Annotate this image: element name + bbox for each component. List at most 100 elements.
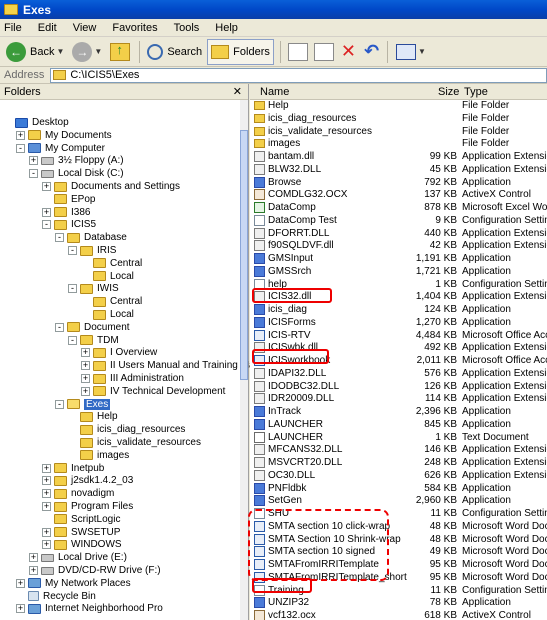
collapse-icon[interactable]: - xyxy=(68,246,77,255)
collapse-icon[interactable]: - xyxy=(68,335,77,345)
tree-item[interactable]: Local xyxy=(81,308,134,321)
file-row[interactable]: DFORRT.DLL 440 KB Application Extension xyxy=(250,227,547,241)
folder-pane-scrollbar[interactable] xyxy=(240,100,248,620)
file-row[interactable]: IDAPI32.DLL 576 KB Application Extension xyxy=(250,367,547,381)
expand-icon[interactable]: + xyxy=(29,566,38,575)
file-row[interactable]: PNFldbk 584 KB Application xyxy=(250,482,547,496)
collapse-icon[interactable]: - xyxy=(68,284,77,294)
expand-icon[interactable]: + xyxy=(42,207,51,217)
back-dropdown-icon[interactable]: ▼ xyxy=(56,47,64,56)
file-row[interactable]: GMSInput 1,191 KB Application xyxy=(250,253,547,266)
menu-tools[interactable]: Tools xyxy=(174,22,200,34)
file-row[interactable]: DataComp Test 9 KB Configuration Settings xyxy=(250,214,547,228)
file-row[interactable]: vcf132.ocx 618 KB ActiveX Control xyxy=(250,610,547,620)
file-row[interactable]: MFCANS32.DLL 146 KB Application Extension xyxy=(250,444,547,457)
tree-item[interactable]: + Local Drive (E:) xyxy=(29,551,127,564)
tree-item[interactable]: + I Overview xyxy=(81,346,157,359)
expand-icon[interactable]: + xyxy=(42,527,51,537)
file-row[interactable]: ICIS-RTV 4,484 KB Microsoft Office Acc... xyxy=(250,329,547,343)
file-row[interactable]: Browse 792 KB Application xyxy=(250,176,547,190)
file-row[interactable]: Help File Folder xyxy=(250,100,547,113)
file-row[interactable]: f90SQLDVF.dll 42 KB Application Extension xyxy=(250,240,547,253)
tree-item[interactable]: - Document xyxy=(55,321,130,334)
search-button[interactable]: Search xyxy=(144,40,205,64)
file-row[interactable]: images File Folder xyxy=(250,138,547,151)
tree-item[interactable]: Central xyxy=(81,257,142,270)
forward-dropdown-icon[interactable]: ▼ xyxy=(94,47,102,56)
file-row[interactable]: icis_validate_resources File Folder xyxy=(250,126,547,139)
tree-item[interactable]: images xyxy=(68,449,129,462)
file-row[interactable]: COMDLG32.OCX 137 KB ActiveX Control xyxy=(250,189,547,202)
file-row[interactable]: icis_diag 124 KB Application xyxy=(250,304,547,317)
file-row[interactable]: UNZIP32 78 KB Application xyxy=(250,597,547,610)
move-to-icon[interactable] xyxy=(287,42,308,61)
tree-item[interactable]: - IWIS xyxy=(68,282,119,295)
expand-icon[interactable]: + xyxy=(29,553,38,563)
views-dropdown-icon[interactable]: ▼ xyxy=(418,47,426,56)
menu-favorites[interactable]: Favorites xyxy=(112,22,157,34)
tree-item[interactable]: ScriptLogic xyxy=(42,513,120,526)
expand-icon[interactable]: + xyxy=(81,374,90,383)
tree-item[interactable]: - Exes xyxy=(55,398,111,411)
collapse-icon[interactable]: - xyxy=(55,399,64,409)
tree-item[interactable]: + IV Technical Development xyxy=(81,385,225,398)
file-row[interactable]: BLW32.DLL 45 KB Application Extension xyxy=(250,163,547,177)
file-row[interactable]: SetGen 2,960 KB Application xyxy=(250,495,547,508)
tree-item[interactable]: + My Documents xyxy=(16,129,112,142)
tree-item[interactable]: + SWSETUP xyxy=(42,526,120,539)
column-type[interactable]: Type xyxy=(464,86,488,98)
forward-button[interactable]: → ▼ xyxy=(69,40,105,64)
tree-item[interactable]: + DVD/CD-RW Drive (F:) xyxy=(29,564,161,577)
tree-item[interactable]: + j2sdk1.4.2_03 xyxy=(42,474,133,487)
file-row[interactable]: MSVCRT20.DLL 248 KB Application Extension xyxy=(250,457,547,470)
delete-icon[interactable]: ✕ xyxy=(341,41,356,62)
expand-icon[interactable]: + xyxy=(42,540,51,550)
tree-item[interactable]: - Local Disk (C:) xyxy=(29,167,124,180)
close-icon[interactable]: ✕ xyxy=(233,85,242,98)
column-name[interactable]: Name xyxy=(260,86,289,98)
tree-item[interactable]: + novadigm xyxy=(42,487,114,500)
expand-icon[interactable]: + xyxy=(16,604,25,614)
menu-edit[interactable]: Edit xyxy=(38,22,57,34)
expand-icon[interactable]: + xyxy=(42,476,51,486)
collapse-icon[interactable]: - xyxy=(55,322,64,332)
tree-item[interactable]: Recycle Bin xyxy=(16,590,96,603)
tree-item[interactable]: EPop xyxy=(42,193,95,206)
tree-item[interactable]: + My Network Places xyxy=(16,577,131,590)
expand-icon[interactable]: + xyxy=(81,386,90,396)
tree-item[interactable]: - My Computer xyxy=(16,142,105,155)
file-row[interactable]: IDR20009.DLL 114 KB Application Extension xyxy=(250,393,547,406)
menu-view[interactable]: View xyxy=(73,22,97,34)
tree-item[interactable]: Central xyxy=(81,295,142,308)
menu-file[interactable]: File xyxy=(4,22,22,34)
tree-item[interactable]: - Database xyxy=(55,231,127,244)
tree-item[interactable]: + Documents and Settings xyxy=(42,180,180,193)
collapse-icon[interactable]: - xyxy=(42,220,51,230)
file-row[interactable]: LAUNCHER 1 KB Text Document xyxy=(250,431,547,445)
expand-icon[interactable]: + xyxy=(42,502,51,511)
collapse-icon[interactable]: - xyxy=(55,233,64,243)
file-row[interactable]: IDODBC32.DLL 126 KB Application Extension xyxy=(250,380,547,394)
collapse-icon[interactable]: - xyxy=(29,169,38,179)
tree-item[interactable]: icis_diag_resources xyxy=(68,423,185,436)
expand-icon[interactable]: + xyxy=(29,156,38,166)
expand-icon[interactable]: + xyxy=(16,578,25,588)
back-button[interactable]: ← Back ▼ xyxy=(3,40,67,64)
tree-item[interactable]: - TDM xyxy=(68,334,119,347)
expand-icon[interactable]: + xyxy=(81,348,90,358)
views-icon[interactable] xyxy=(396,43,417,60)
expand-icon[interactable]: + xyxy=(42,489,51,499)
expand-icon[interactable]: + xyxy=(42,463,51,473)
tree-item[interactable]: + Internet Neighborhood Pro xyxy=(16,602,163,615)
file-row[interactable]: OC30.DLL 626 KB Application Extension xyxy=(250,469,547,483)
file-row[interactable]: GMSSrch 1,721 KB Application xyxy=(250,265,547,279)
file-row[interactable]: bantam.dll 99 KB Application Extension xyxy=(250,151,547,164)
column-size[interactable]: Size xyxy=(438,86,459,98)
tree-item[interactable]: + WINDOWS xyxy=(42,538,122,551)
file-row[interactable]: icis_diag_resources File Folder xyxy=(250,113,547,126)
file-row[interactable]: LAUNCHER 845 KB Application xyxy=(250,418,547,432)
menu-help[interactable]: Help xyxy=(215,22,238,34)
tree-item[interactable]: + I386 xyxy=(42,206,90,219)
tree-item[interactable]: + Program Files xyxy=(42,500,133,513)
tree-item[interactable]: + III Administration xyxy=(81,372,184,385)
